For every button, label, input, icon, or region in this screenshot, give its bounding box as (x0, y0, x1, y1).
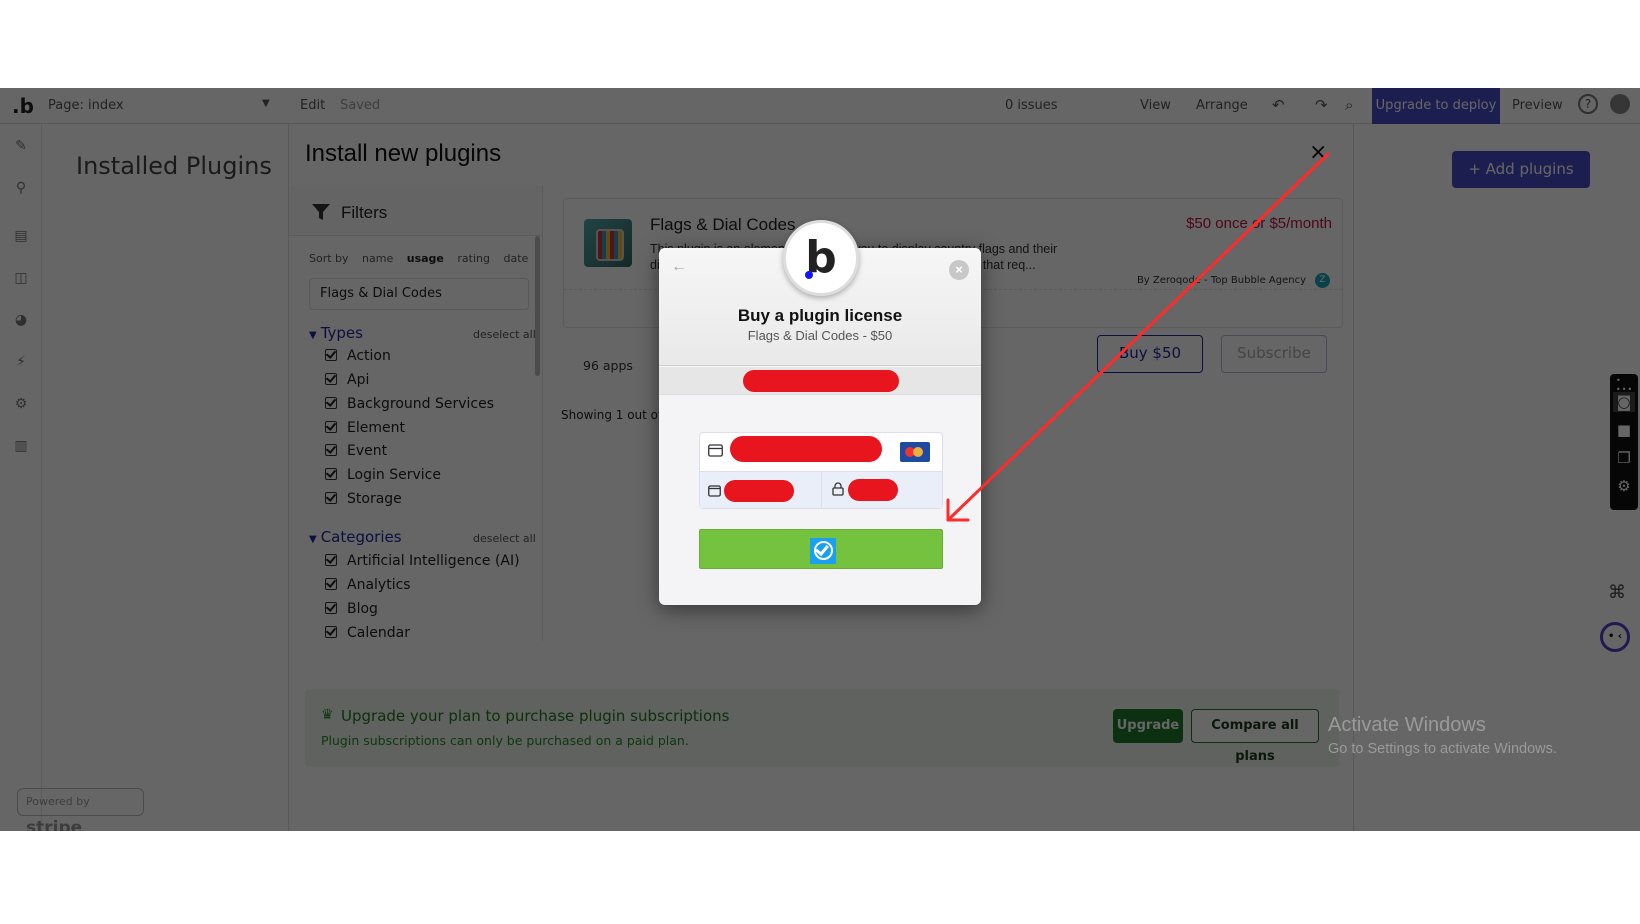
card-number-field[interactable] (730, 436, 882, 462)
screen: .b Page: index ▼ Edit Saved 0 issues Vie… (0, 88, 1640, 831)
cvc-field[interactable] (848, 479, 898, 501)
close-icon[interactable]: × (949, 260, 969, 280)
watermark-subtitle: Go to Settings to activate Windows. (1328, 741, 1557, 757)
card-details-row (700, 471, 942, 509)
windows-activation-watermark: Activate Windows Go to Settings to activ… (1328, 714, 1557, 757)
card-form (699, 432, 943, 509)
stripe-checkout-dialog: ← × Buy a plugin license Flags & Dial Co… (659, 248, 981, 605)
credit-card-icon (708, 444, 723, 457)
bubble-dot (805, 271, 813, 279)
email-field[interactable] (659, 367, 981, 395)
pay-button[interactable] (699, 529, 943, 569)
checkout-title: Buy a plugin license (737, 306, 903, 325)
lock-icon (832, 482, 844, 496)
bubble-merchant-logo: b (783, 220, 859, 296)
back-arrow-icon[interactable]: ← (671, 258, 687, 276)
watermark-title: Activate Windows (1328, 714, 1486, 736)
expiry-field[interactable] (724, 480, 794, 502)
mastercard-icon (900, 442, 930, 462)
checkmark-icon (810, 538, 836, 564)
calendar-icon (708, 485, 721, 497)
redaction-mark (743, 370, 899, 392)
field-divider (821, 472, 822, 509)
checkout-subtitle: Flags & Dial Codes - $50 (747, 328, 893, 343)
